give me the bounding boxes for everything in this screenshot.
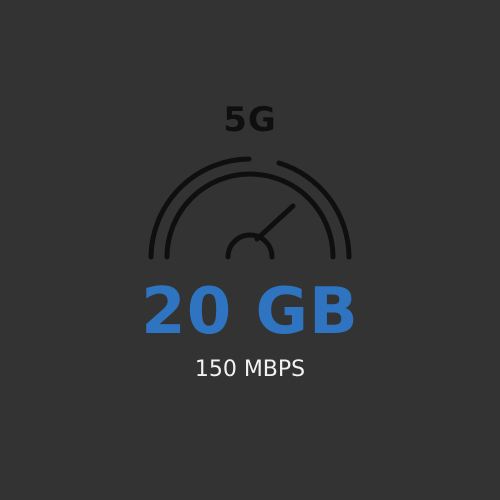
data-amount-label: 20 GB [141,275,359,349]
speed-label: 150 MBPS [194,357,306,382]
network-type-label: 5G [223,100,277,140]
plan-card: 5G 20 GB 150 MBPS [0,0,500,500]
speedometer-icon [148,156,352,260]
